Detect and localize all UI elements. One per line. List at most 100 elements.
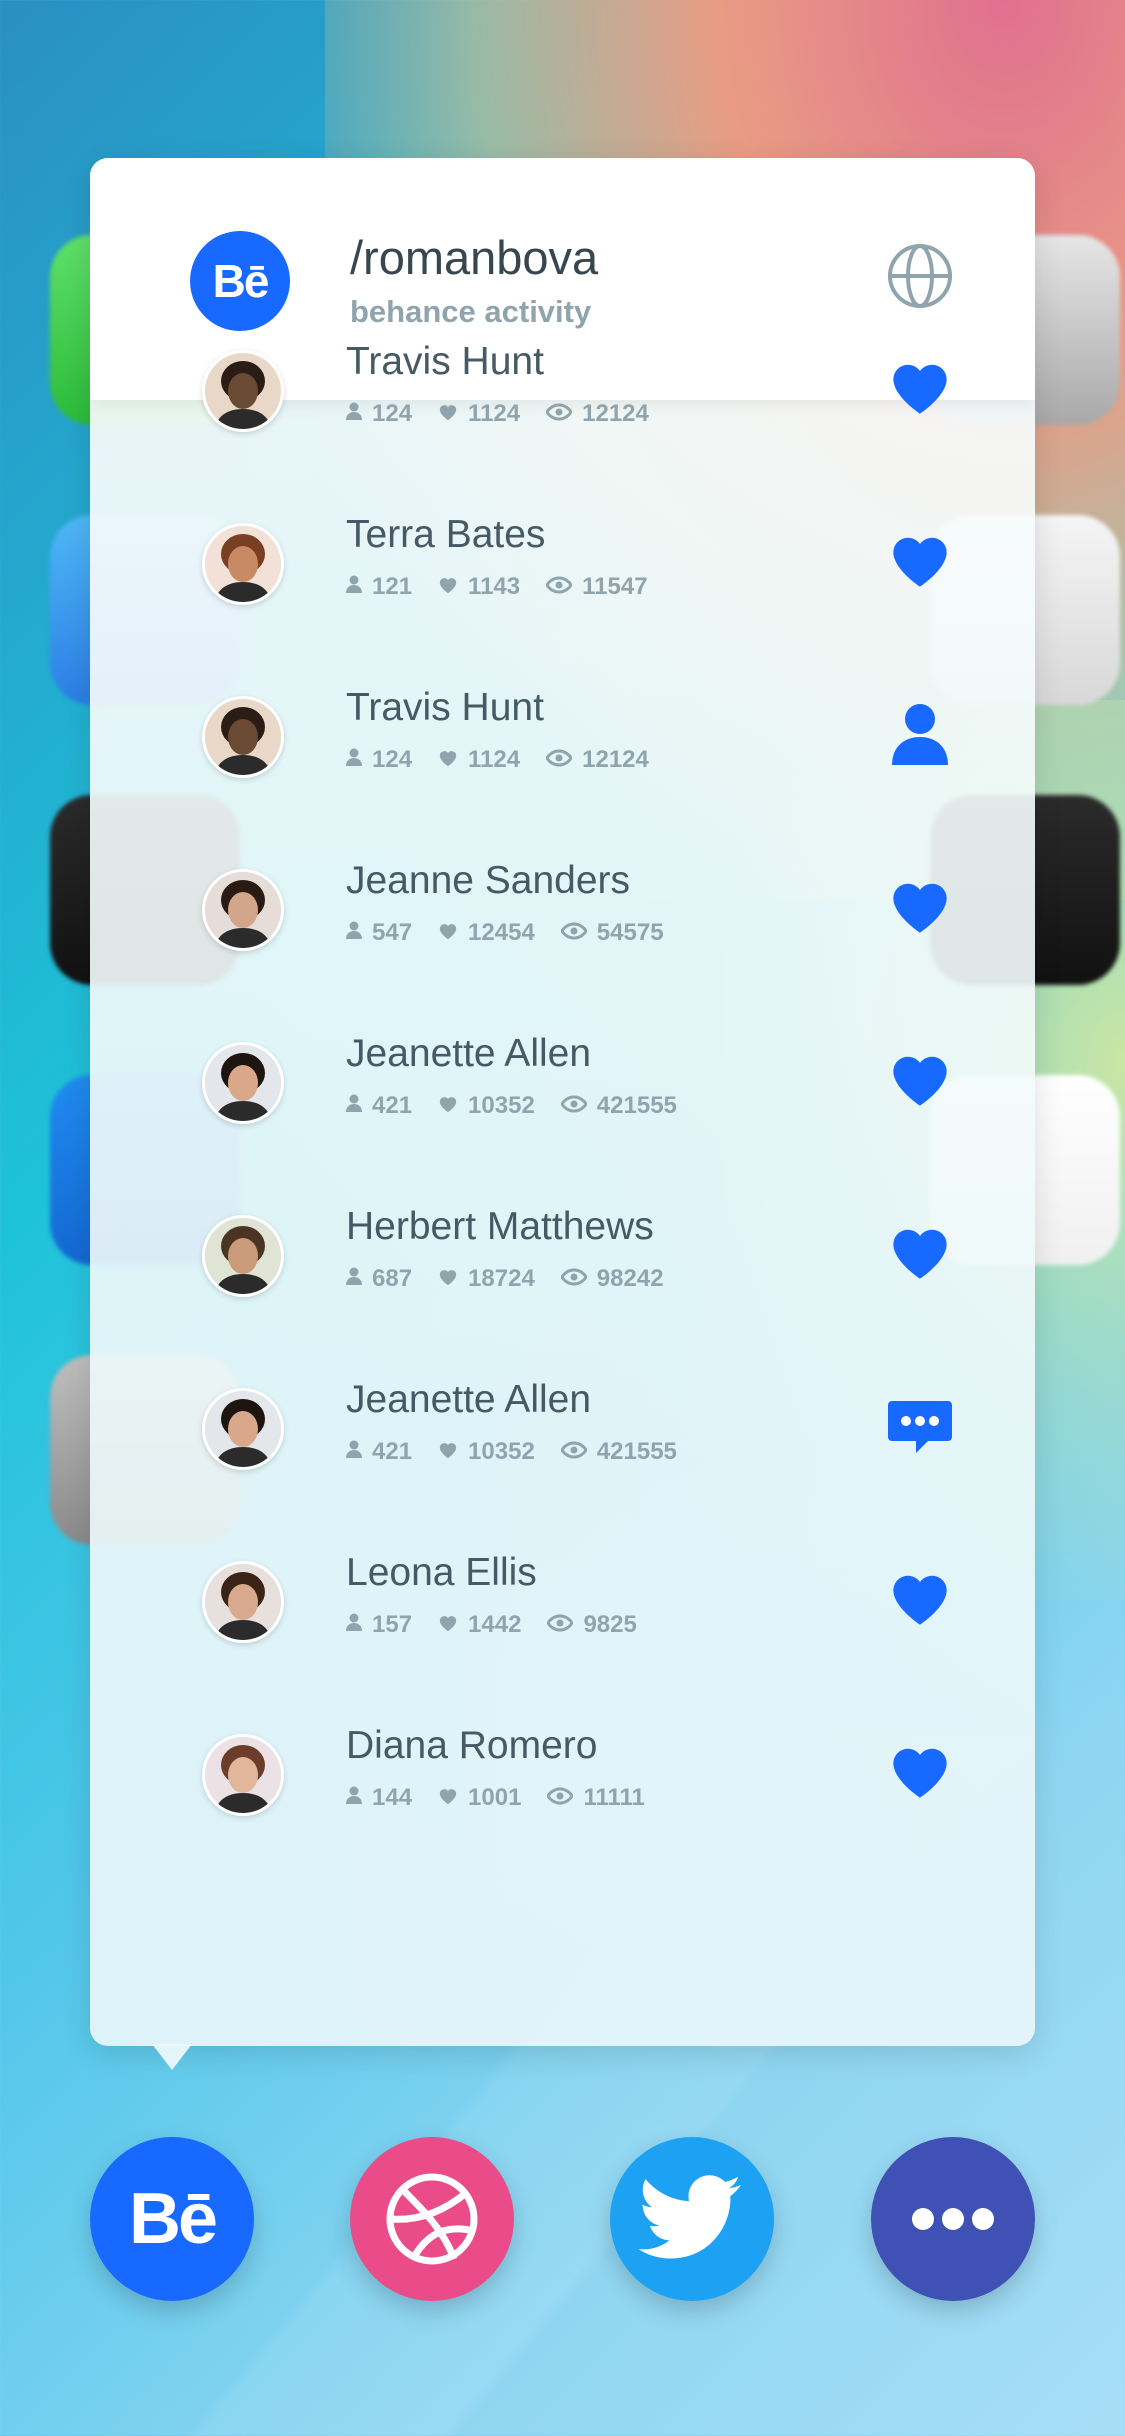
dock-twitter-button[interactable]: [610, 2137, 774, 2301]
eye-small-icon: [546, 1784, 583, 1812]
avatar[interactable]: [202, 1734, 284, 1816]
heart-action-button[interactable]: [888, 874, 952, 938]
heart-action-button[interactable]: [888, 355, 952, 419]
activity-row[interactable]: Jeanne Sanders 547 12454 54575: [90, 839, 1035, 1012]
heart-icon: [888, 1739, 952, 1803]
followers-count: 124: [372, 746, 413, 773]
activity-row[interactable]: Travis Hunt 124 1124 12124: [90, 320, 1035, 493]
followers-stat: 124: [346, 746, 412, 774]
followers-stat: 124: [346, 400, 412, 428]
avatar[interactable]: [202, 1215, 284, 1297]
heart-icon: [888, 528, 952, 592]
likes-count: 10352: [468, 1092, 535, 1119]
activity-row[interactable]: Leona Ellis 157 1442 9825: [90, 1531, 1035, 1704]
globe-icon[interactable]: [885, 241, 955, 311]
user-name[interactable]: Terra Bates: [346, 513, 545, 557]
dribbble-icon: [386, 2173, 478, 2265]
likes-stat: 1124: [438, 400, 520, 428]
heart-action-button[interactable]: [888, 1047, 952, 1111]
user-icon: [888, 701, 952, 765]
user-stats: 121 1143 11547: [346, 573, 674, 601]
heart-action-button[interactable]: [888, 1739, 952, 1803]
views-stat: 421555: [560, 1092, 677, 1120]
views-count: 11547: [582, 573, 648, 600]
heart-action-button[interactable]: [888, 1220, 952, 1284]
heart-icon: [888, 1566, 952, 1630]
user-stats: 124 1124 12124: [346, 400, 675, 428]
dock-more-button[interactable]: [871, 2137, 1035, 2301]
user-name[interactable]: Diana Romero: [346, 1724, 597, 1768]
avatar[interactable]: [202, 1042, 284, 1124]
user-stats: 421 10352 421555: [346, 1438, 703, 1466]
activity-widget: Bē /romanbova behance activity Travis Hu…: [90, 158, 1035, 2046]
heart-icon: [888, 355, 952, 419]
followers-count: 421: [372, 1092, 413, 1119]
likes-stat: 10352: [438, 1438, 535, 1466]
profile-handle[interactable]: /romanbova: [350, 230, 598, 285]
views-count: 54575: [596, 919, 664, 946]
avatar[interactable]: [202, 523, 284, 605]
user-name[interactable]: Jeanne Sanders: [346, 859, 630, 903]
user-small-icon: [346, 1265, 372, 1293]
views-stat: 12124: [545, 746, 649, 774]
views-count: 98242: [596, 1265, 664, 1292]
eye-small-icon: [560, 1438, 597, 1466]
views-count: 12124: [582, 746, 649, 773]
user-name[interactable]: Leona Ellis: [346, 1551, 537, 1595]
activity-row[interactable]: Jeanette Allen 421 10352 421555: [90, 1358, 1035, 1531]
user-stats: 547 12454 54575: [346, 919, 690, 947]
views-count: 11111: [583, 1784, 645, 1811]
followers-stat: 144: [346, 1784, 412, 1812]
likes-count: 10352: [468, 1438, 535, 1465]
activity-row[interactable]: Diana Romero 144 1001 11111: [90, 1704, 1035, 1877]
avatar[interactable]: [202, 869, 284, 951]
activity-row[interactable]: Travis Hunt 124 1124 12124: [90, 666, 1035, 839]
behance-logo[interactable]: Bē: [190, 231, 290, 331]
views-stat: 9825: [546, 1611, 637, 1639]
likes-stat: 10352: [438, 1092, 535, 1120]
likes-stat: 1001: [438, 1784, 521, 1812]
user-name[interactable]: Herbert Matthews: [346, 1205, 654, 1249]
heart-action-button[interactable]: [888, 528, 952, 592]
heart-small-icon: [438, 573, 468, 601]
eye-small-icon: [545, 400, 582, 428]
followers-count: 687: [372, 1265, 413, 1292]
heart-action-button[interactable]: [888, 1566, 952, 1630]
widget-pointer: [152, 2044, 192, 2070]
dock-dribbble-button[interactable]: [350, 2137, 514, 2301]
followers-count: 157: [372, 1611, 413, 1638]
heart-small-icon: [438, 400, 468, 428]
likes-stat: 1124: [438, 746, 520, 774]
user-small-icon: [346, 1092, 372, 1120]
followers-count: 124: [372, 400, 413, 427]
behance-icon: Bē: [128, 2179, 218, 2259]
followers-stat: 421: [346, 1092, 412, 1120]
avatar[interactable]: [202, 350, 284, 432]
views-stat: 12124: [545, 400, 649, 428]
views-count: 12124: [582, 400, 649, 427]
likes-count: 1124: [468, 746, 521, 773]
message-action-button[interactable]: [888, 1393, 952, 1457]
likes-count: 1124: [468, 400, 521, 427]
eye-small-icon: [546, 1611, 583, 1639]
user-name[interactable]: Jeanette Allen: [346, 1032, 591, 1076]
views-stat: 421555: [560, 1438, 677, 1466]
dock-behance-button[interactable]: Bē: [90, 2137, 254, 2301]
user-action-button[interactable]: [888, 701, 952, 765]
avatar[interactable]: [202, 1388, 284, 1470]
avatar[interactable]: [202, 1561, 284, 1643]
activity-row[interactable]: Herbert Matthews 687 18724 98242: [90, 1185, 1035, 1358]
user-name[interactable]: Travis Hunt: [346, 686, 544, 730]
activity-row[interactable]: Jeanette Allen 421 10352 421555: [90, 1012, 1035, 1185]
user-small-icon: [346, 1438, 372, 1466]
heart-small-icon: [438, 1092, 468, 1120]
user-name[interactable]: Jeanette Allen: [346, 1378, 591, 1422]
heart-icon: [888, 874, 952, 938]
user-small-icon: [346, 400, 372, 428]
eye-small-icon: [560, 1092, 597, 1120]
avatar[interactable]: [202, 696, 284, 778]
user-name[interactable]: Travis Hunt: [346, 340, 544, 384]
views-stat: 11111: [546, 1784, 645, 1812]
followers-stat: 421: [346, 1438, 412, 1466]
activity-row[interactable]: Terra Bates 121 1143 11547: [90, 493, 1035, 666]
